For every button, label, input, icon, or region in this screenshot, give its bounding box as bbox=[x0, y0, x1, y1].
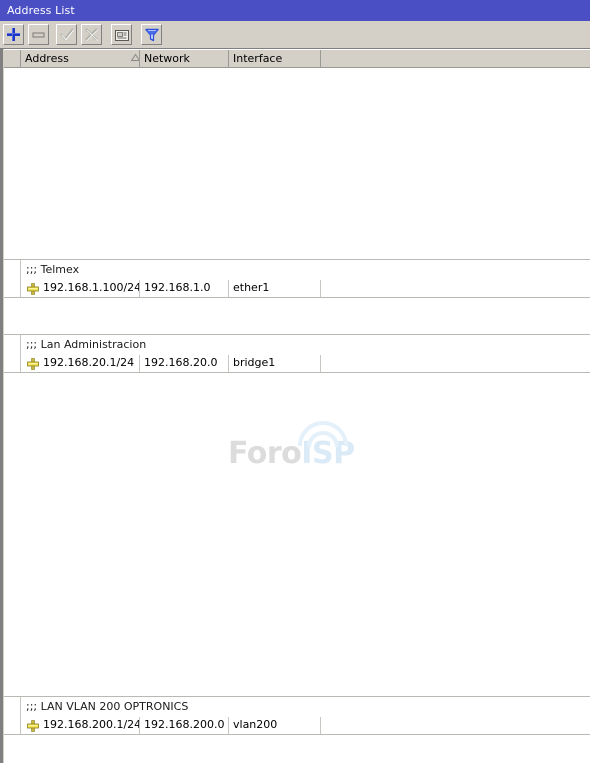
cell-address-text: 192.168.1.100/24 bbox=[43, 281, 140, 294]
window-titlebar: Address List bbox=[0, 0, 590, 21]
cell-interface-text: bridge1 bbox=[233, 356, 276, 369]
cell-network[interactable]: 192.168.200.0 bbox=[140, 717, 229, 734]
cell-address-text: 192.168.20.1/24 bbox=[43, 356, 135, 369]
row-gutter-cell bbox=[4, 337, 21, 354]
column-header-interface-label: Interface bbox=[233, 52, 283, 65]
address-list-window: Address List Address Network Interface F… bbox=[0, 0, 590, 763]
cell-network[interactable]: 192.168.20.0 bbox=[140, 355, 229, 372]
row-gutter-cell bbox=[4, 262, 21, 279]
cell-network[interactable]: 192.168.1.0 bbox=[140, 280, 229, 297]
toolbar bbox=[0, 21, 590, 49]
filter-button[interactable] bbox=[141, 24, 162, 45]
comment-text: ;;; Lan Administracion bbox=[26, 338, 147, 351]
cell-network-text: 192.168.1.0 bbox=[144, 281, 211, 294]
column-header-network-label: Network bbox=[144, 52, 190, 65]
watermark-arc-icon bbox=[298, 421, 348, 448]
row-separator bbox=[4, 696, 590, 697]
cell-network-text: 192.168.200.0 bbox=[144, 718, 225, 731]
address-icon bbox=[27, 283, 39, 295]
comment-row[interactable]: ;;; Telmex bbox=[4, 262, 590, 279]
comment-text: ;;; Telmex bbox=[26, 263, 80, 276]
sort-ascending-icon bbox=[127, 54, 139, 61]
comment-row[interactable]: ;;; Lan Administracion bbox=[4, 337, 590, 354]
check-icon bbox=[59, 28, 74, 41]
cell-network-text: 192.168.20.0 bbox=[144, 356, 218, 369]
row-gutter-cell bbox=[4, 699, 21, 716]
window-frame-left-inner bbox=[3, 49, 4, 763]
row-separator bbox=[4, 734, 590, 735]
comment-icon bbox=[114, 29, 129, 41]
cross-icon bbox=[85, 28, 98, 41]
column-header-address-label: Address bbox=[25, 52, 69, 65]
funnel-icon bbox=[144, 28, 159, 41]
row-separator bbox=[4, 259, 590, 260]
table-row[interactable]: 192.168.200.1/24 192.168.200.0 vlan200 bbox=[4, 717, 590, 734]
cell-interface-text: ether1 bbox=[233, 281, 270, 294]
minus-icon bbox=[32, 32, 45, 38]
column-header-network[interactable]: Network bbox=[140, 50, 229, 68]
address-icon bbox=[27, 720, 39, 732]
table-row[interactable]: 192.168.1.100/24 192.168.1.0 ether1 bbox=[4, 280, 590, 297]
disable-button[interactable] bbox=[81, 24, 102, 45]
cell-interface-text: vlan200 bbox=[233, 718, 278, 731]
plus-icon bbox=[7, 28, 20, 41]
cell-address-text: 192.168.200.1/24 bbox=[43, 718, 140, 731]
cell-extra[interactable] bbox=[321, 717, 590, 734]
comment-row[interactable]: ;;; LAN VLAN 200 OPTRONICS bbox=[4, 699, 590, 716]
column-header-extra[interactable] bbox=[321, 50, 590, 68]
comment-button[interactable] bbox=[111, 24, 132, 45]
column-header-gutter[interactable] bbox=[4, 50, 21, 68]
cell-address[interactable]: 192.168.200.1/24 bbox=[21, 717, 140, 734]
comment-text: ;;; LAN VLAN 200 OPTRONICS bbox=[26, 700, 189, 713]
row-separator bbox=[4, 297, 590, 298]
cell-address[interactable]: 192.168.20.1/24 bbox=[21, 355, 140, 372]
cell-interface[interactable]: vlan200 bbox=[229, 717, 321, 734]
address-icon bbox=[27, 358, 39, 370]
row-separator bbox=[4, 372, 590, 373]
remove-button[interactable] bbox=[28, 24, 49, 45]
row-gutter-cell bbox=[4, 355, 21, 372]
row-gutter-cell bbox=[4, 717, 21, 734]
table-column-header: Address Network Interface bbox=[0, 50, 590, 68]
cell-interface[interactable]: bridge1 bbox=[229, 355, 321, 372]
add-button[interactable] bbox=[3, 24, 24, 45]
column-header-address[interactable]: Address bbox=[21, 50, 140, 68]
enable-button[interactable] bbox=[56, 24, 77, 45]
cell-extra[interactable] bbox=[321, 280, 590, 297]
window-title: Address List bbox=[7, 4, 75, 17]
cell-extra[interactable] bbox=[321, 355, 590, 372]
column-header-interface[interactable]: Interface bbox=[229, 50, 321, 68]
row-gutter-cell bbox=[4, 280, 21, 297]
cell-interface[interactable]: ether1 bbox=[229, 280, 321, 297]
watermark-primary: Foro bbox=[228, 436, 302, 471]
table-row[interactable]: 192.168.20.1/24 192.168.20.0 bridge1 bbox=[4, 355, 590, 372]
cell-address[interactable]: 192.168.1.100/24 bbox=[21, 280, 140, 297]
row-separator bbox=[4, 334, 590, 335]
address-table-body[interactable]: ForoISP ;;; Telmex 192.168.1.100/24 192.… bbox=[0, 68, 590, 763]
